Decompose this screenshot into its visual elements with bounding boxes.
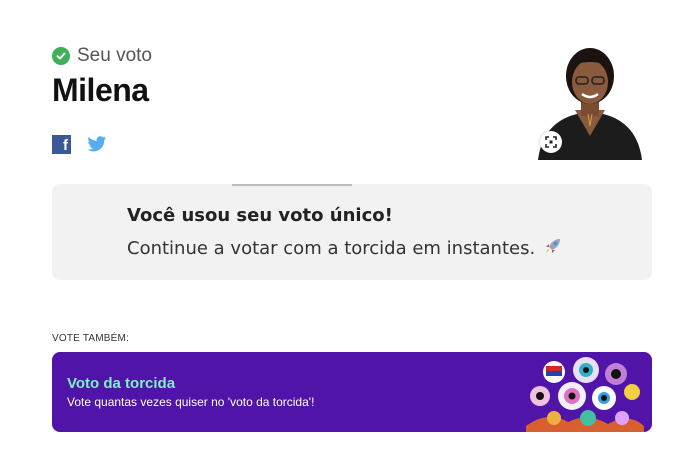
vote-used-title: Você usou seu voto único!: [127, 205, 393, 226]
check-circle-icon: [52, 47, 70, 65]
twitter-icon[interactable]: [87, 134, 107, 154]
vote-also-label: VOTE TAMBÉM:: [52, 333, 130, 344]
vote-used-subtitle: Continue a votar com a torcida em instan…: [127, 238, 536, 259]
vote-status: Seu voto: [52, 45, 152, 67]
candidate-name: Milena: [52, 72, 149, 108]
vote-used-subtitle-row: Continue a votar com a torcida em instan…: [127, 236, 563, 261]
vote-used-card: Você usou seu voto único! Continue a vot…: [52, 184, 652, 280]
facebook-icon[interactable]: f: [52, 134, 71, 154]
expand-icon[interactable]: [540, 131, 562, 153]
torcida-illustration: [526, 357, 644, 432]
card-divider: [232, 184, 352, 186]
facebook-glyph: f: [63, 136, 68, 154]
voto-da-torcida-banner[interactable]: Voto da torcida Vote quantas vezes quise…: [52, 352, 652, 432]
banner-subtitle: Vote quantas vezes quiser no 'voto da to…: [67, 395, 315, 409]
banner-title: Voto da torcida: [67, 375, 176, 392]
vote-status-label: Seu voto: [77, 45, 152, 66]
rocket-icon: [543, 236, 563, 261]
share-row: f: [52, 134, 107, 154]
